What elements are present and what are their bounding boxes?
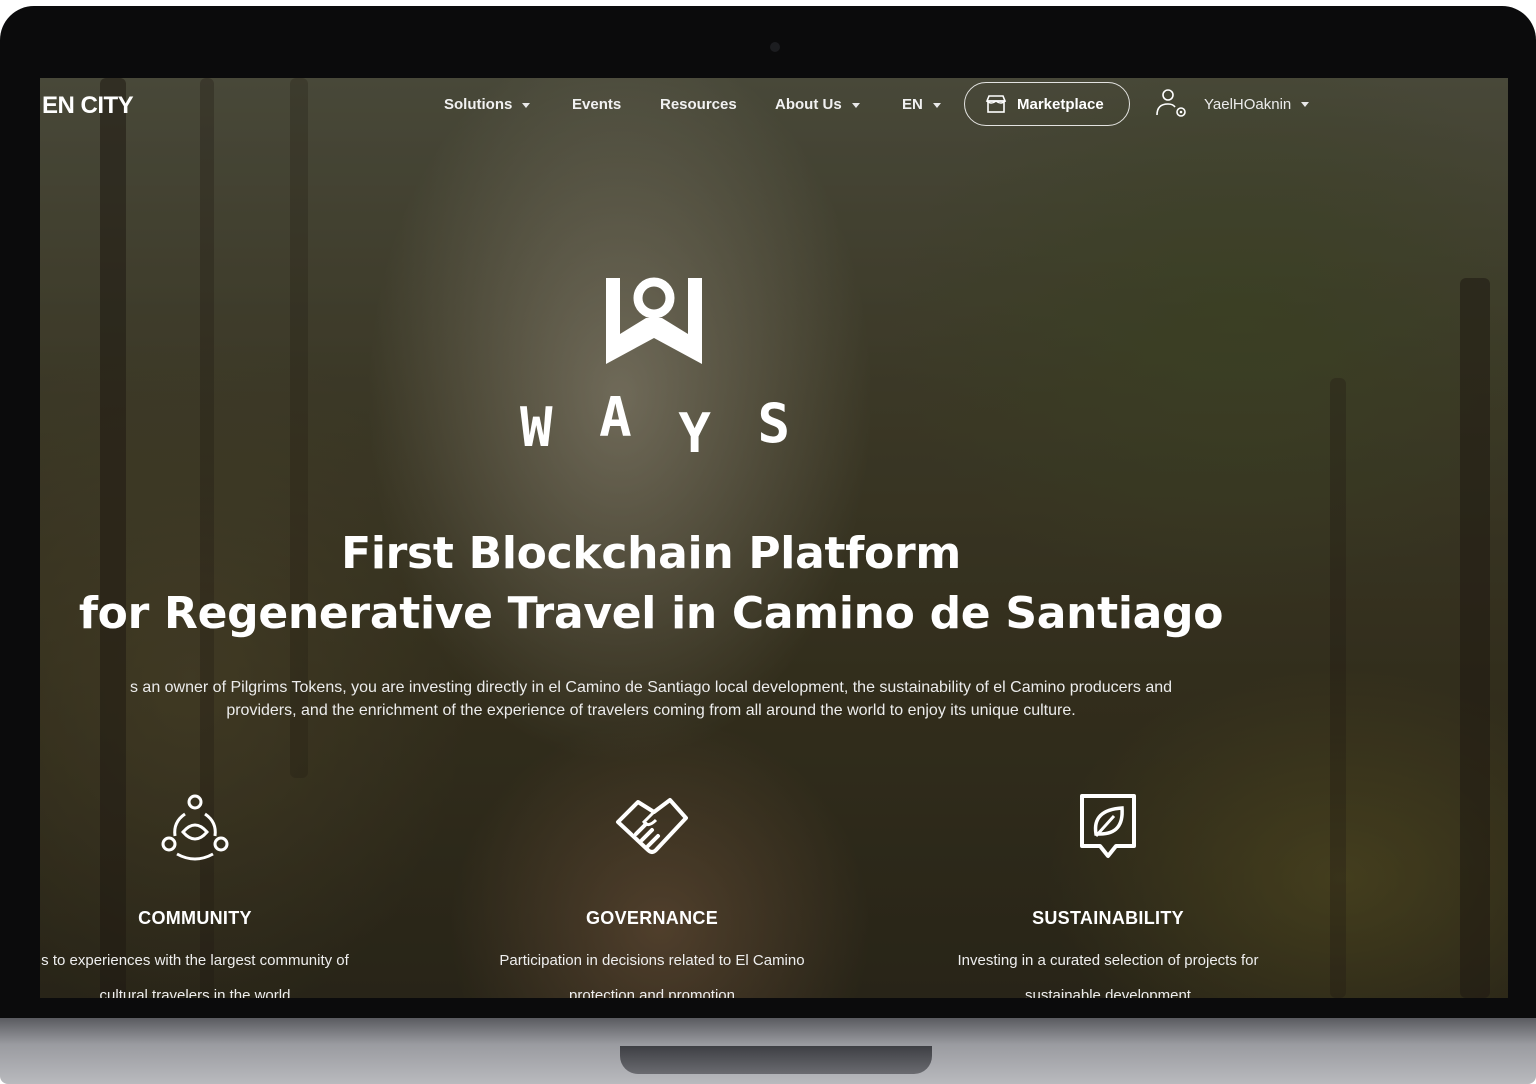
chevron-down-icon bbox=[1301, 101, 1310, 107]
feature-description: s to experiences with the largest commun… bbox=[40, 943, 415, 998]
nav-item-about-us[interactable]: About Us bbox=[775, 96, 860, 113]
ways-wordmark: W A Y S bbox=[520, 386, 790, 465]
feature-governance: GOVERNANCE Participation in decisions re… bbox=[432, 788, 872, 998]
wordmark-letter: A bbox=[599, 386, 632, 449]
feature-description-line: cultural travelers in the world bbox=[99, 987, 291, 998]
feature-description-line: s to experiences with the largest commun… bbox=[41, 952, 349, 969]
chevron-down-icon bbox=[932, 102, 941, 108]
feature-community: COMMUNITY s to experiences with the larg… bbox=[40, 788, 415, 998]
feature-title: GOVERNANCE bbox=[585, 908, 718, 928]
nav-item-label: Solutions bbox=[444, 96, 513, 113]
marketplace-label: Marketplace bbox=[1017, 95, 1104, 113]
headline-line-1: First Blockchain Platform bbox=[341, 528, 961, 579]
storefront-icon bbox=[985, 95, 1007, 113]
hero-headline: First Blockchain Platform for Regenerati… bbox=[40, 524, 1262, 644]
feature-description-line: Investing in a curated selection of proj… bbox=[957, 952, 1259, 969]
language-label: EN bbox=[902, 96, 923, 113]
handshake-icon bbox=[616, 798, 688, 854]
ways-logo-mark bbox=[606, 277, 702, 364]
nav-item-solutions[interactable]: Solutions bbox=[444, 96, 531, 113]
user-menu[interactable]: YaelHOaknin bbox=[1154, 88, 1310, 120]
language-selector[interactable]: EN bbox=[902, 96, 941, 113]
website-screen: EN CITY Solutions Events Resources About… bbox=[40, 78, 1508, 998]
feature-title: COMMUNITY bbox=[138, 908, 252, 928]
community-icon bbox=[161, 794, 229, 861]
laptop-base-notch bbox=[620, 1046, 932, 1074]
feature-sustainability: SUSTAINABILITY Investing in a curated se… bbox=[888, 788, 1328, 998]
feature-description-line: sustainable development bbox=[1025, 987, 1191, 998]
wordmark-letter: W bbox=[520, 396, 553, 459]
nav-item-label: Events bbox=[572, 96, 622, 113]
feature-description-line: protection and promotion bbox=[569, 987, 735, 998]
hero-description: s an owner of Pilgrims Tokens, you are i… bbox=[40, 676, 1282, 722]
webcam bbox=[770, 42, 780, 52]
description-line-1: s an owner of Pilgrims Tokens, you are i… bbox=[129, 679, 1173, 696]
nav-item-resources[interactable]: Resources bbox=[660, 96, 737, 113]
marketplace-button[interactable]: Marketplace bbox=[964, 82, 1130, 126]
nav-item-label: About Us bbox=[775, 96, 842, 113]
leaf-badge-icon bbox=[1080, 794, 1136, 858]
wordmark-letter: Y bbox=[678, 402, 711, 465]
brand-logo-text[interactable]: EN CITY bbox=[42, 92, 134, 120]
top-navigation: EN CITY Solutions Events Resources About… bbox=[40, 78, 1508, 134]
feature-title: SUSTAINABILITY bbox=[1032, 908, 1184, 928]
nav-item-label: Resources bbox=[660, 96, 737, 113]
chevron-down-icon bbox=[851, 102, 860, 108]
feature-description: Investing in a curated selection of proj… bbox=[888, 943, 1328, 998]
feature-description-line: Participation in decisions related to El… bbox=[499, 952, 805, 969]
headline-line-2: for Regenerative Travel in Camino de San… bbox=[78, 588, 1224, 639]
feature-description: Participation in decisions related to El… bbox=[432, 943, 872, 998]
nav-item-events[interactable]: Events bbox=[572, 96, 621, 113]
wordmark-letter: S bbox=[757, 392, 790, 455]
chevron-down-icon bbox=[522, 102, 531, 108]
username: YaelHOaknin bbox=[1204, 95, 1292, 113]
user-settings-icon bbox=[1156, 89, 1186, 117]
description-line-2: providers, and the enrichment of the exp… bbox=[226, 702, 1076, 719]
